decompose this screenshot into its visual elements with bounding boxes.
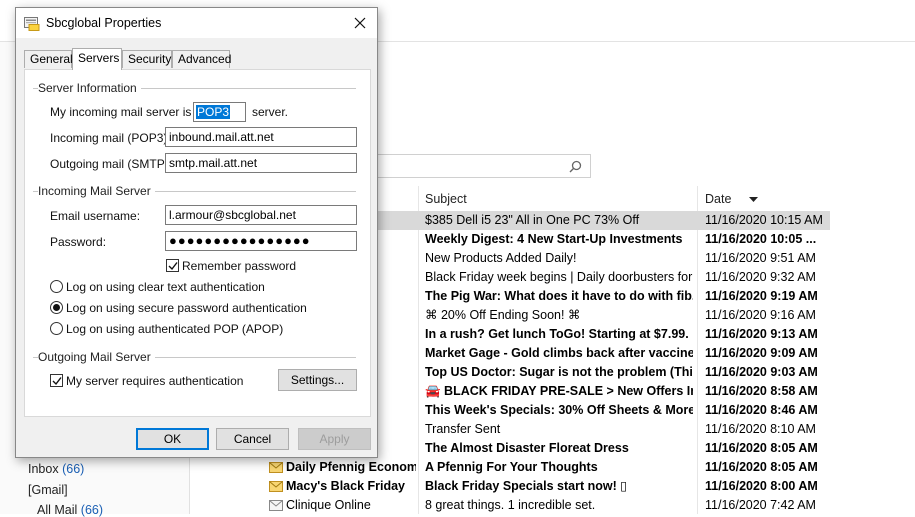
tab-advanced[interactable]: Advanced — [172, 50, 231, 68]
message-subject: Black Friday week begins | Daily doorbus… — [425, 270, 693, 284]
message-subject: $385 Dell i5 23" All in One PC 73% Off — [425, 213, 640, 227]
tab-security[interactable]: Security — [122, 50, 172, 68]
apply-button[interactable]: Apply — [298, 428, 371, 450]
message-subject: Market Gage - Gold climbs back after vac… — [425, 346, 693, 360]
settings-button[interactable]: Settings... — [278, 369, 357, 391]
folder-inbox-label: Inbox — [28, 462, 59, 476]
message-subject: The Almost Disaster Floreat Dress — [425, 441, 629, 455]
servers-panel: Server Information My incoming mail serv… — [24, 69, 371, 417]
envelope-icon — [269, 462, 283, 473]
message-date: 11/16/2020 8:46 AM — [705, 403, 818, 417]
email-username-label: Email username: — [50, 209, 141, 223]
search-box[interactable] — [376, 154, 591, 178]
ok-button[interactable]: OK — [136, 428, 209, 450]
email-username-field[interactable]: l.armour@sbcglobal.net — [165, 205, 357, 225]
message-from: Clinique Online — [286, 498, 371, 512]
message-date: 11/16/2020 8:05 AM — [705, 460, 818, 474]
checkmark-icon — [52, 377, 62, 386]
message-subject: Transfer Sent — [425, 422, 501, 436]
incoming-type-suffix: server. — [252, 105, 289, 119]
server-requires-auth-label[interactable]: My server requires authentication — [66, 374, 243, 388]
cancel-button[interactable]: Cancel — [216, 428, 289, 450]
radio-clear-text-label[interactable]: Log on using clear text authentication — [66, 280, 265, 294]
section-outgoing-mail-server: Outgoing Mail Server — [38, 350, 155, 364]
column-header-subject[interactable]: Subject — [425, 188, 467, 210]
search-icon — [569, 160, 582, 173]
tab-servers[interactable]: Servers — [72, 48, 122, 70]
section-server-information: Server Information — [38, 81, 141, 95]
folder-gmail[interactable]: [Gmail] — [28, 483, 68, 497]
message-subject: 8 great things. 1 incredible set. — [425, 498, 596, 512]
properties-dialog: Sbcglobal Properties General Servers Sec… — [15, 7, 378, 458]
message-date: 11/16/2020 8:10 AM — [705, 422, 816, 436]
message-date: 11/16/2020 7:42 AM — [705, 498, 816, 512]
server-requires-auth-checkbox[interactable] — [50, 374, 63, 387]
message-date: 11/16/2020 8:05 AM — [705, 441, 818, 455]
folder-all-mail[interactable]: All Mail (66) — [37, 503, 103, 517]
folder-all-mail-count: (66) — [80, 503, 104, 517]
radio-secure-password-label[interactable]: Log on using secure password authenticat… — [66, 301, 307, 315]
message-subject: Weekly Digest: 4 New Start-Up Investment… — [425, 232, 683, 246]
envelope-icon — [269, 481, 283, 492]
sort-descending-icon — [748, 196, 758, 202]
message-row[interactable]: Clinique Online 8 great things. 1 incredi… — [240, 496, 830, 515]
folder-all-mail-label: All Mail — [37, 503, 78, 517]
remember-password-label[interactable]: Remember password — [182, 259, 296, 273]
column-header-date-label: Date — [705, 192, 732, 206]
checkmark-icon — [168, 262, 178, 271]
message-date: 11/16/2020 10:05 ... — [705, 232, 817, 246]
mail-account-icon — [24, 17, 40, 31]
folder-inbox[interactable]: Inbox (66) — [28, 462, 84, 476]
dialog-titlebar[interactable]: Sbcglobal Properties — [16, 8, 377, 38]
message-subject: ⌘ 20% Off Ending Soon! ⌘ — [425, 308, 581, 322]
message-date: 11/16/2020 9:19 AM — [705, 289, 818, 303]
message-date: 11/16/2020 9:03 AM — [705, 365, 818, 379]
message-date: 11/16/2020 10:15 AM — [705, 213, 823, 227]
password-label: Password: — [50, 235, 107, 249]
message-date: 11/16/2020 9:09 AM — [705, 346, 818, 360]
incoming-server-type-field[interactable]: POP3 — [193, 102, 246, 122]
message-date: 11/16/2020 9:13 AM — [705, 327, 818, 341]
message-date: 11/16/2020 9:32 AM — [705, 270, 816, 284]
incoming-mail-field[interactable]: inbound.mail.att.net — [165, 127, 357, 147]
remember-password-checkbox[interactable] — [166, 259, 179, 272]
section-incoming-mail-server: Incoming Mail Server — [38, 184, 155, 198]
message-subject: Black Friday Specials start now! ▯ — [425, 479, 628, 493]
message-subject: A Pfennig For Your Thoughts — [425, 460, 598, 474]
password-field[interactable]: ●●●●●●●●●●●●●●●● — [165, 231, 357, 251]
message-from: Daily Pfennig Econom... — [286, 460, 416, 474]
radio-secure-password[interactable] — [50, 301, 63, 314]
outgoing-mail-field[interactable]: smtp.mail.att.net — [165, 153, 357, 173]
message-subject: The Pig War: What does it have to do wit… — [425, 289, 693, 303]
message-subject: Top US Doctor: Sugar is not the problem … — [425, 365, 693, 379]
folder-inbox-count: (66) — [62, 462, 85, 476]
message-date: 11/16/2020 8:00 AM — [705, 479, 818, 493]
incoming-mail-label: Incoming mail (POP3): — [50, 131, 171, 145]
column-header-date[interactable]: Date — [705, 188, 758, 210]
radio-apop[interactable] — [50, 322, 63, 335]
radio-apop-label[interactable]: Log on using authenticated POP (APOP) — [66, 322, 283, 336]
message-subject: This Week's Specials: 30% Off Sheets & M… — [425, 403, 693, 417]
radio-clear-text[interactable] — [50, 280, 63, 293]
message-date: 11/16/2020 8:58 AM — [705, 384, 818, 398]
message-from: Macy's Black Friday — [286, 479, 406, 493]
message-subject: 🚘 BLACK FRIDAY PRE-SALE > New Offers Ins… — [425, 384, 693, 398]
outgoing-mail-label: Outgoing mail (SMTP): — [50, 157, 173, 171]
tab-general[interactable]: General — [24, 50, 73, 68]
message-date: 11/16/2020 9:16 AM — [705, 308, 816, 322]
message-subject: In a rush? Get lunch ToGo! Starting at $… — [425, 327, 689, 341]
message-row[interactable]: Macy's Black Friday Black Friday Specials… — [240, 477, 830, 496]
envelope-open-icon — [269, 500, 283, 511]
message-date: 11/16/2020 9:51 AM — [705, 251, 816, 265]
message-row[interactable]: Daily Pfennig Econom... A Pfennig For You… — [240, 458, 830, 477]
close-icon[interactable] — [351, 14, 369, 32]
dialog-title: Sbcglobal Properties — [46, 16, 162, 30]
message-subject: New Products Added Daily! — [425, 251, 577, 265]
incoming-server-type-value: POP3 — [196, 105, 231, 119]
incoming-type-prefix: My incoming mail server is a — [50, 105, 202, 119]
